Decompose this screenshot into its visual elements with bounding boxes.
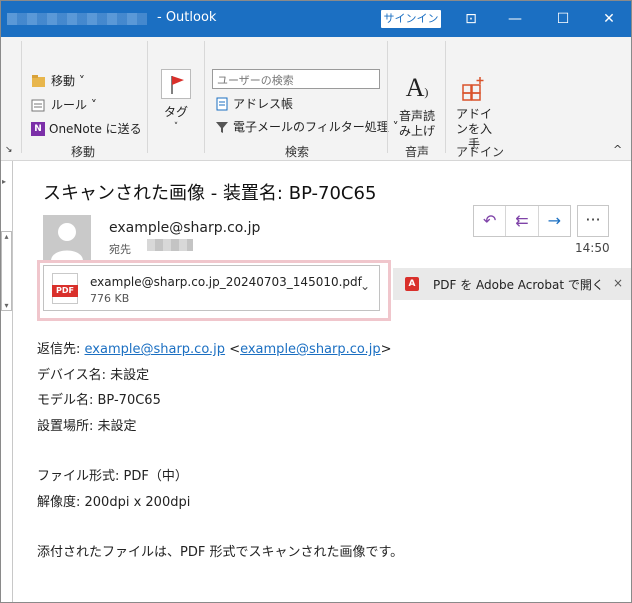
onenote-label: OneNote に送る bbox=[49, 122, 142, 136]
minimize-button[interactable]: — bbox=[495, 5, 535, 33]
resolution-line: 解像度: 200dpi x 200dpi bbox=[37, 494, 191, 510]
group-dialog-launcher-icon[interactable]: ↘ bbox=[5, 145, 13, 155]
filter-email-button[interactable]: 電子メールのフィルター処理 ˅ bbox=[215, 118, 399, 135]
acrobat-open-text[interactable]: PDF を Adobe Acrobat で開く bbox=[433, 276, 604, 293]
tags-label: タグ bbox=[163, 105, 188, 119]
filter-icon bbox=[216, 121, 228, 133]
note-line: 添付されたファイルは、PDF 形式でスキャンされた画像です。 bbox=[37, 545, 404, 560]
read-aloud-label: 音声読み上げ bbox=[398, 109, 435, 138]
reply-to-mailto-link[interactable]: example@sharp.co.jp bbox=[240, 342, 381, 357]
folder-move-icon bbox=[32, 74, 45, 87]
close-button[interactable]: ✕ bbox=[589, 5, 629, 33]
tags-button[interactable]: タグ ˅ bbox=[157, 69, 195, 135]
attachment-name: example@sharp.co.jp_20240703_145010.pdf bbox=[90, 275, 362, 289]
device-name-line: デバイス名: 未設定 bbox=[37, 367, 150, 383]
people-search-input[interactable]: ユーザーの検索 bbox=[212, 69, 380, 89]
location-line: 設置場所: 未設定 bbox=[37, 418, 137, 434]
read-aloud-icon: A) bbox=[405, 73, 429, 102]
adobe-acrobat-icon: A bbox=[405, 277, 419, 291]
rules-button[interactable]: ルール ˅ bbox=[31, 96, 97, 113]
reply-to-line: 返信先: example@sharp.co.jp <example@sharp.… bbox=[37, 337, 403, 363]
move-label: 移動 ˅ bbox=[51, 74, 85, 88]
address-book-button[interactable]: アドレス帳 bbox=[215, 95, 293, 112]
title-bar: - Outlook サインイン ⊡ — ☐ ✕ bbox=[1, 1, 631, 37]
filter-email-label: 電子メールのフィルター処理 ˅ bbox=[233, 120, 399, 134]
message-body: 返信先: example@sharp.co.jp <example@sharp.… bbox=[37, 337, 403, 566]
model-name-line: モデル名: BP-70C65 bbox=[37, 393, 161, 408]
ribbon-separator bbox=[445, 41, 446, 153]
redacted-recipient bbox=[147, 239, 193, 251]
move-button[interactable]: 移動 ˅ bbox=[31, 72, 85, 89]
forward-button[interactable]: → bbox=[539, 206, 570, 236]
received-time: 14:50 bbox=[575, 241, 610, 255]
scroll-arrow-icon[interactable]: ▸ bbox=[2, 177, 6, 186]
address-book-label: アドレス帳 bbox=[233, 97, 294, 111]
read-aloud-button[interactable]: A) 音声読み上げ bbox=[395, 73, 439, 139]
scroll-up-icon[interactable]: ▴ bbox=[2, 232, 11, 241]
search-group-label: 検索 bbox=[285, 145, 310, 159]
rules-icon bbox=[31, 99, 45, 111]
pdf-badge: PDF bbox=[52, 285, 78, 297]
scrollbar[interactable]: ▴ ▾ bbox=[1, 231, 12, 311]
file-format-line: ファイル形式: PDF（中） bbox=[37, 469, 188, 484]
bracket-close: > bbox=[380, 342, 392, 357]
rules-label: ルール ˅ bbox=[51, 98, 97, 112]
bracket-open: < bbox=[229, 342, 241, 357]
addins-icon bbox=[462, 77, 484, 101]
collapse-ribbon-icon[interactable]: ^ bbox=[613, 143, 622, 156]
sign-in-button[interactable]: サインイン bbox=[381, 10, 441, 28]
outlook-window: - Outlook サインイン ⊡ — ☐ ✕ 移動 ˅ ルール ˅ N One… bbox=[0, 0, 632, 603]
message-actions: ↶ ⇇ → bbox=[473, 205, 571, 237]
get-addins-button[interactable]: アドインを入手 bbox=[451, 75, 497, 152]
addins-group-label: アドイン bbox=[456, 145, 505, 159]
attachment-card[interactable]: PDF example@sharp.co.jp_20240703_145010.… bbox=[43, 265, 380, 311]
redacted-subject bbox=[7, 13, 147, 25]
move-group-label: 移動 bbox=[71, 145, 96, 159]
maximize-button[interactable]: ☐ bbox=[543, 5, 583, 33]
attachment-menu-chevron-icon[interactable]: ⌄ bbox=[360, 279, 370, 293]
ribbon-separator bbox=[147, 41, 148, 153]
acrobat-open-bar[interactable]: A PDF を Adobe Acrobat で開く × bbox=[393, 268, 631, 300]
ribbon-separator bbox=[387, 41, 388, 153]
flag-icon bbox=[161, 69, 191, 99]
chevron-down-icon: ˅ bbox=[173, 122, 179, 132]
reply-to-link[interactable]: example@sharp.co.jp bbox=[85, 342, 226, 357]
ribbon-separator bbox=[21, 41, 22, 153]
reply-button[interactable]: ↶ bbox=[474, 206, 507, 236]
scroll-down-icon[interactable]: ▾ bbox=[2, 301, 11, 310]
ribbon: 移動 ˅ ルール ˅ N OneNote に送る 移動 ↘ タグ ˅ ユーザーの… bbox=[1, 37, 631, 161]
more-actions-button[interactable]: ··· bbox=[577, 205, 609, 237]
pdf-file-icon: PDF bbox=[52, 273, 78, 304]
voice-group-label: 音声 bbox=[405, 145, 430, 159]
address-book-icon bbox=[216, 97, 228, 110]
folder-pane-edge: ▸ ▴ ▾ bbox=[1, 161, 13, 602]
reply-to-label: 返信先: bbox=[37, 342, 85, 357]
ribbon-display-options-icon[interactable]: ⊡ bbox=[451, 5, 491, 33]
ribbon-separator bbox=[204, 41, 205, 153]
reply-all-button[interactable]: ⇇ bbox=[506, 206, 539, 236]
acrobat-bar-close-icon[interactable]: × bbox=[613, 276, 623, 290]
sender-address[interactable]: example@sharp.co.jp bbox=[109, 220, 260, 236]
message-subject: スキャンされた画像 - 装置名: BP-70C65 bbox=[43, 183, 377, 204]
to-label: 宛先 bbox=[109, 243, 131, 256]
window-title: - Outlook bbox=[157, 10, 217, 25]
attachment-size: 776 KB bbox=[90, 292, 130, 305]
sender-avatar bbox=[43, 215, 91, 261]
onenote-icon: N bbox=[31, 121, 45, 136]
send-to-onenote-button[interactable]: N OneNote に送る bbox=[31, 120, 142, 137]
